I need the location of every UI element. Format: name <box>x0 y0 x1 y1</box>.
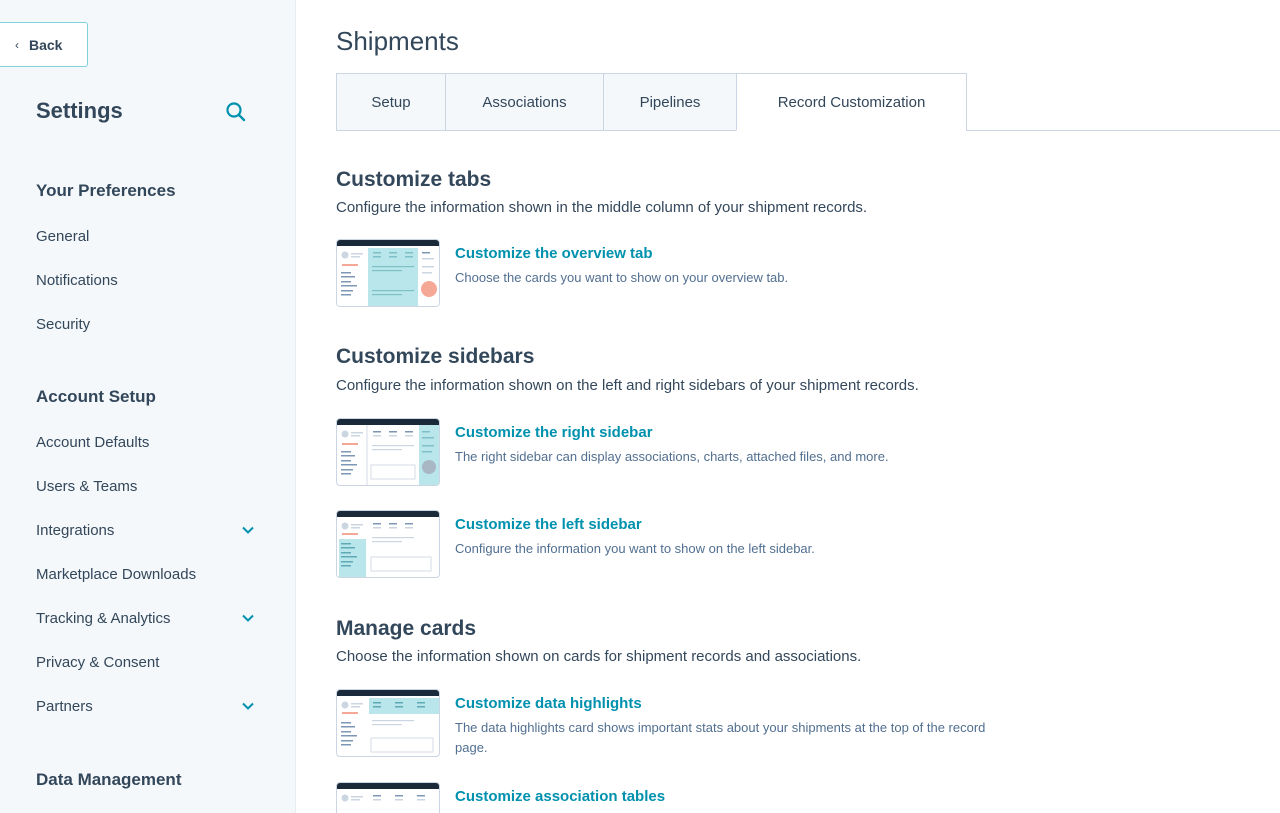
sidebar-item-users-teams[interactable]: Users & Teams <box>36 472 256 500</box>
item-description: The right sidebar can display associatio… <box>455 449 889 464</box>
tab-label: Record Customization <box>777 93 926 111</box>
section-description: Choose the information shown on cards fo… <box>336 648 862 665</box>
customize-association-tables-link[interactable]: Customize association tables <box>455 788 665 805</box>
tab-label: Associations <box>482 93 567 111</box>
section-heading-your-preferences: Your Preferences <box>36 181 176 200</box>
sidebar-item-label: Tracking & Analytics <box>36 609 171 627</box>
sidebar-item-marketplace-downloads[interactable]: Marketplace Downloads <box>36 560 256 588</box>
sidebar-item-label: Security <box>36 315 91 333</box>
sidebar-item-label: Users & Teams <box>36 477 138 495</box>
section-title-customize-sidebars: Customize sidebars <box>336 345 535 368</box>
search-icon[interactable] <box>224 100 248 124</box>
right-sidebar-thumbnail <box>336 418 440 486</box>
item-description: Choose the cards you want to show on you… <box>455 270 789 285</box>
back-button-label: Back <box>29 36 63 53</box>
tab-associations[interactable]: Associations <box>445 73 604 131</box>
sidebar-item-partners[interactable]: Partners <box>36 692 256 720</box>
association-tables-thumbnail <box>336 782 440 813</box>
sidebar-item-label: Partners <box>36 697 93 715</box>
tab-label: Pipelines <box>639 93 701 111</box>
section-heading-account-setup: Account Setup <box>36 387 156 406</box>
chevron-down-icon[interactable] <box>240 698 256 714</box>
section-title-manage-cards: Manage cards <box>336 617 477 640</box>
back-button[interactable]: ‹ Back <box>0 22 88 67</box>
customize-left-sidebar-link[interactable]: Customize the left sidebar <box>455 516 642 533</box>
sidebar-item-general[interactable]: General <box>36 222 256 250</box>
item-description: The data highlights card shows important… <box>455 720 986 755</box>
data-highlights-thumbnail <box>336 689 440 757</box>
sidebar-item-security[interactable]: Security <box>36 310 256 338</box>
customize-overview-tab-link[interactable]: Customize the overview tab <box>455 245 653 262</box>
settings-sidebar: ‹ Back Settings Your Preferences General… <box>0 0 296 813</box>
sidebar-item-label: Marketplace Downloads <box>36 565 197 583</box>
sidebar-item-label: General <box>36 227 90 245</box>
tab-bar: Setup Associations Pipelines Record Cust… <box>336 73 1280 131</box>
customize-data-highlights-link[interactable]: Customize data highlights <box>455 695 642 712</box>
tab-label: Setup <box>371 93 411 111</box>
sidebar-item-notifications[interactable]: Notifications <box>36 266 256 294</box>
left-sidebar-thumbnail <box>336 510 440 578</box>
sidebar-item-label: Notifications <box>36 271 118 289</box>
page-title: Shipments <box>336 26 459 56</box>
sidebar-item-account-defaults[interactable]: Account Defaults <box>36 428 256 456</box>
tab-divider <box>966 130 1280 131</box>
section-description: Configure the information shown on the l… <box>336 377 919 394</box>
tab-pipelines[interactable]: Pipelines <box>603 73 737 131</box>
section-title-customize-tabs: Customize tabs <box>336 168 492 191</box>
section-description: Configure the information shown in the m… <box>336 199 868 216</box>
sidebar-item-label: Account Defaults <box>36 433 150 451</box>
chevron-down-icon[interactable] <box>240 610 256 626</box>
section-heading-data-management: Data Management <box>36 770 182 789</box>
sidebar-item-tracking-analytics[interactable]: Tracking & Analytics <box>36 604 256 632</box>
chevron-down-icon[interactable] <box>240 522 256 538</box>
sidebar-item-integrations[interactable]: Integrations <box>36 516 256 544</box>
sidebar-item-privacy-consent[interactable]: Privacy & Consent <box>36 648 256 676</box>
customize-right-sidebar-link[interactable]: Customize the right sidebar <box>455 424 653 441</box>
item-description: Configure the information you want to sh… <box>455 541 815 556</box>
tab-setup[interactable]: Setup <box>336 73 446 131</box>
overview-tab-thumbnail <box>336 239 440 307</box>
sidebar-item-label: Privacy & Consent <box>36 653 160 671</box>
settings-title: Settings <box>36 98 123 123</box>
sidebar-item-label: Integrations <box>36 521 115 539</box>
tab-record-customization[interactable]: Record Customization <box>736 73 967 131</box>
chevron-left-icon: ‹ <box>15 37 19 52</box>
